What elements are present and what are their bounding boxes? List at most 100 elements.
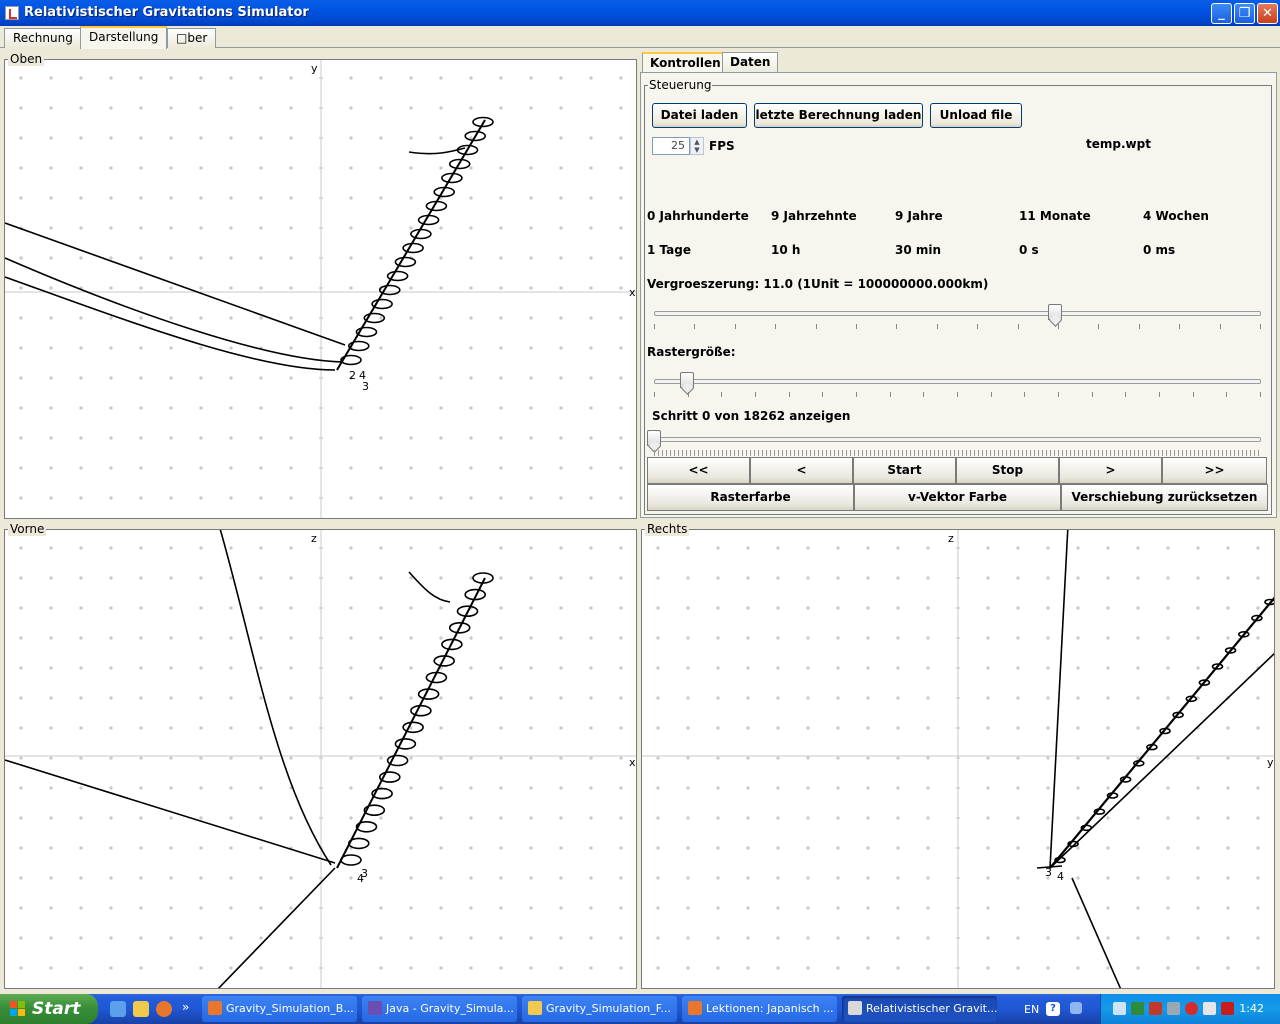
- steuerung-group: Steuerung Datei laden letzte Berechnung …: [644, 78, 1272, 515]
- grid-mark: [1016, 936, 1020, 940]
- grid-mark: [589, 196, 593, 200]
- language-indicator[interactable]: EN: [1024, 1003, 1039, 1016]
- grid-mark: [349, 816, 353, 820]
- grid-mark: [529, 726, 533, 730]
- acrobat-icon[interactable]: [1221, 1002, 1234, 1015]
- grid-mark: [259, 966, 263, 970]
- grid-mark: [469, 846, 473, 850]
- grid-mark: [409, 406, 413, 410]
- minimize-button[interactable]: _: [1211, 3, 1232, 24]
- step-slider-track[interactable]: [654, 437, 1261, 442]
- grid-size-slider-thumb[interactable]: [680, 372, 695, 388]
- body-label: 4: [357, 872, 364, 885]
- show-desktop-icon[interactable]: [110, 1001, 126, 1017]
- grid-mark: [1226, 576, 1230, 580]
- trajectory-loop: [394, 256, 417, 268]
- grid-mark: [716, 696, 720, 700]
- explorer-icon[interactable]: [133, 1001, 149, 1017]
- tab-darstellung[interactable]: Darstellung: [80, 26, 168, 49]
- grid-mark: [139, 906, 143, 910]
- grid-mark: [349, 106, 353, 110]
- load-file-button[interactable]: Datei laden: [652, 103, 747, 128]
- grid-mark: [19, 436, 23, 440]
- unload-file-button[interactable]: Unload file: [930, 103, 1022, 128]
- tab-kontrollen[interactable]: Kontrollen: [642, 52, 729, 73]
- grid-mark: [289, 606, 293, 610]
- grid-mark: [229, 876, 233, 880]
- grid-mark: [409, 666, 413, 670]
- grid-mark: [1046, 846, 1050, 850]
- vertical-axis-label: z: [948, 532, 954, 545]
- grid-mark: [1106, 696, 1110, 700]
- tab-daten[interactable]: Daten: [722, 52, 779, 73]
- grid-mark: [1106, 816, 1110, 820]
- slider-tick: [896, 324, 898, 329]
- top-view-canvas[interactable]: y x 2 4 3: [5, 60, 636, 518]
- front-view-canvas[interactable]: z x 3 4: [5, 530, 636, 988]
- monitor-icon[interactable]: [1167, 1002, 1180, 1015]
- grid-mark: [259, 376, 263, 380]
- grid-mark: [79, 786, 83, 790]
- start-button[interactable]: Start: [0, 994, 98, 1024]
- grid-color-button[interactable]: Rasterfarbe: [647, 484, 854, 511]
- restore-button[interactable]: ❐: [1234, 3, 1255, 24]
- network-icon[interactable]: [1113, 1002, 1126, 1015]
- view-right-panel[interactable]: z y 3 4 Rechts: [641, 522, 1275, 989]
- tray-icon[interactable]: [1131, 1002, 1144, 1015]
- grid-mark: [469, 876, 473, 880]
- grid-mark: [1256, 546, 1260, 550]
- grid-mark: [409, 316, 413, 320]
- grid-mark: [379, 436, 383, 440]
- language-bar-icon[interactable]: [1070, 1002, 1082, 1014]
- grid-mark: [349, 786, 353, 790]
- view-top-panel[interactable]: y x 2 4 3 Oben: [4, 52, 637, 519]
- grid-size-slider-track[interactable]: [654, 379, 1261, 384]
- grid-mark: [1256, 636, 1260, 640]
- help-icon[interactable]: ?: [1046, 1002, 1060, 1016]
- reset-offset-button[interactable]: Verschiebung zurücksetzen: [1061, 484, 1268, 511]
- step-slider-ticks: [654, 450, 1261, 456]
- filename-label: temp.wpt: [1086, 137, 1151, 151]
- step-slider-thumb[interactable]: [647, 430, 661, 446]
- grid-mark: [169, 466, 173, 470]
- velocity-vector-color-button[interactable]: v-Vektor Farbe: [854, 484, 1061, 511]
- grid-mark: [499, 376, 503, 380]
- zoom-slider-thumb[interactable]: [1047, 304, 1062, 320]
- tray-icon[interactable]: [1203, 1002, 1216, 1015]
- antivirus-icon[interactable]: [1185, 1002, 1198, 1015]
- taskbar-item[interactable]: Gravity_Simulation_F...: [522, 996, 677, 1022]
- tab-ueber[interactable]: □ber: [167, 28, 217, 48]
- start-button[interactable]: Start: [853, 457, 956, 484]
- time-hours: 10 h: [771, 243, 801, 257]
- grid-mark: [469, 936, 473, 940]
- taskbar-item-label: Java - Gravity_Simula...: [386, 1002, 514, 1015]
- taskbar-item[interactable]: Gravity_Simulation_B...: [202, 996, 357, 1022]
- fps-spinner[interactable]: 25: [652, 137, 690, 155]
- quicklaunch-chevron[interactable]: »: [182, 1000, 189, 1014]
- grid-mark: [109, 546, 113, 550]
- firefox-icon[interactable]: [156, 1001, 172, 1017]
- grid-mark: [1256, 846, 1260, 850]
- fps-spinner-arrows[interactable]: ▲ ▼: [690, 137, 704, 155]
- rewind-fast-button[interactable]: <<: [647, 457, 750, 484]
- step-back-button[interactable]: <: [750, 457, 853, 484]
- ati-icon[interactable]: [1149, 1002, 1162, 1015]
- load-last-calculation-button[interactable]: letzte Berechnung laden: [754, 103, 923, 128]
- grid-mark: [986, 756, 990, 760]
- step-forward-button[interactable]: >: [1059, 457, 1162, 484]
- taskbar-item[interactable]: Lektionen: Japanisch ...: [682, 996, 837, 1022]
- stop-button[interactable]: Stop: [956, 457, 1059, 484]
- taskbar-item[interactable]: Java - Gravity_Simula...: [362, 996, 517, 1022]
- close-button[interactable]: ✕: [1257, 3, 1278, 24]
- grid-mark: [439, 576, 443, 580]
- grid-mark: [199, 906, 203, 910]
- zoom-slider-track[interactable]: [654, 311, 1261, 316]
- view-front-panel[interactable]: z x 3 4 Vorne: [4, 522, 637, 989]
- tab-rechnung[interactable]: Rechnung: [4, 28, 82, 48]
- forward-fast-button[interactable]: >>: [1162, 457, 1267, 484]
- right-view-canvas[interactable]: z y 3 4: [642, 530, 1274, 988]
- taskbar-item[interactable]: Relativistischer Gravit...: [842, 996, 997, 1022]
- grid-mark: [1226, 726, 1230, 730]
- grid-mark: [1076, 696, 1080, 700]
- title-bar[interactable]: Relativistischer Gravitations Simulator …: [0, 0, 1280, 26]
